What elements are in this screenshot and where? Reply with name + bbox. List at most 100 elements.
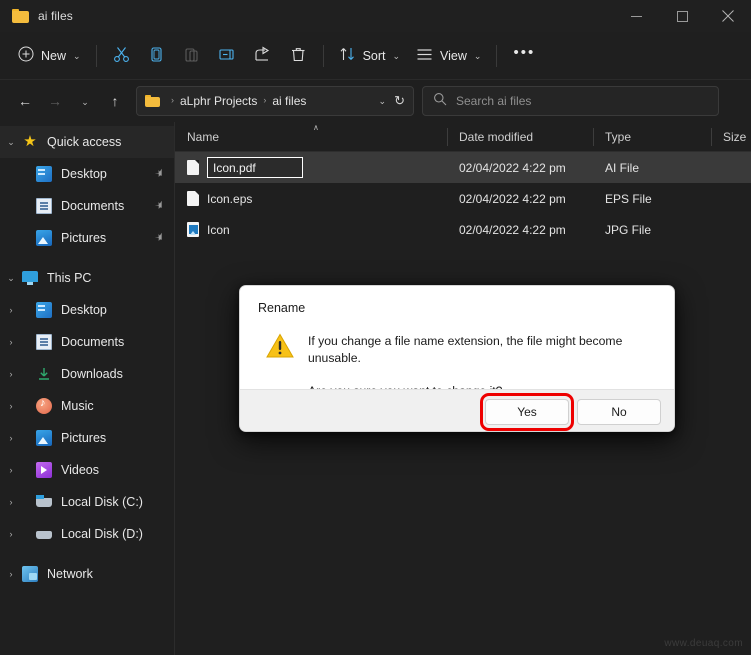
sidebar-item-desktop-pc[interactable]: › Desktop xyxy=(0,294,174,326)
sort-button-label: Sort xyxy=(362,48,386,63)
pictures-icon xyxy=(36,230,52,246)
close-button[interactable] xyxy=(705,0,751,32)
sidebar-item-local-disk-c[interactable]: › Local Disk (C:) xyxy=(0,486,174,518)
image-file-icon xyxy=(187,222,199,237)
view-button[interactable]: View ⌄ xyxy=(408,40,489,72)
expander-icon-desktop-pc[interactable]: › xyxy=(0,305,22,315)
column-header-name[interactable]: Name ∧ xyxy=(175,122,447,152)
column-header-size-label: Size xyxy=(723,129,747,144)
sidebar-label-local-disk-d: Local Disk (D:) xyxy=(61,527,143,541)
expander-icon-network[interactable]: › xyxy=(0,569,22,579)
folder-icon xyxy=(12,9,29,23)
column-header-type-label: Type xyxy=(605,129,632,144)
sidebar-label-videos: Videos xyxy=(61,463,99,477)
copy-button[interactable] xyxy=(139,40,174,72)
chevron-down-icon-view: ⌄ xyxy=(473,51,482,61)
paste-button[interactable] xyxy=(174,40,209,72)
table-row[interactable]: Icon.eps 02/04/2022 4:22 pm EPS File xyxy=(175,183,751,214)
file-name-cell-1[interactable]: Icon.eps xyxy=(175,191,447,206)
view-list-icon xyxy=(416,47,433,65)
breadcrumb-separator-1: › xyxy=(263,95,267,105)
recent-locations-button[interactable]: ⌄ xyxy=(70,86,100,116)
expander-icon-music[interactable]: › xyxy=(0,401,22,411)
refresh-icon[interactable]: ↻ xyxy=(394,93,407,109)
address-bar[interactable]: › aLphr Projects › ai files ⌄ ↻ xyxy=(136,86,414,116)
column-header-size[interactable]: Size xyxy=(711,122,751,152)
expander-icon-quick-access[interactable]: ⌄ xyxy=(0,137,22,148)
search-box[interactable]: Search ai files xyxy=(422,86,719,116)
pictures-icon xyxy=(36,430,52,446)
share-icon xyxy=(254,46,272,66)
cut-button[interactable] xyxy=(104,40,139,72)
command-bar: New ⌄ Sort ⌄ View ⌄ ••• xyxy=(0,32,751,80)
expander-icon-videos[interactable]: › xyxy=(0,465,22,475)
rename-button[interactable] xyxy=(209,40,245,72)
window-controls xyxy=(613,0,751,32)
file-type-cell-0: AI File xyxy=(605,160,640,175)
maximize-button[interactable] xyxy=(659,0,705,32)
column-header-type[interactable]: Type xyxy=(593,122,711,152)
sort-icon xyxy=(339,46,356,65)
toolbar-divider-2 xyxy=(322,44,324,67)
toolbar-divider-3 xyxy=(496,44,498,67)
sidebar-item-documents-quick[interactable]: Documents xyxy=(0,190,174,222)
file-name-cell-0[interactable] xyxy=(175,157,447,178)
table-row[interactable]: Icon 02/04/2022 4:22 pm JPG File xyxy=(175,214,751,245)
sidebar-item-music[interactable]: › Music xyxy=(0,390,174,422)
sidebar-label-desktop-quick: Desktop xyxy=(61,167,107,181)
see-more-button[interactable]: ••• xyxy=(504,40,544,72)
sidebar-label-downloads: Downloads xyxy=(61,367,123,381)
title-bar: ai files xyxy=(0,0,751,32)
pin-icon-documents[interactable] xyxy=(150,197,168,215)
file-name-cell-2[interactable]: Icon xyxy=(175,222,447,237)
breadcrumb-item-0[interactable]: aLphr Projects xyxy=(180,94,257,108)
paste-icon xyxy=(183,46,200,66)
pin-icon-pictures[interactable] xyxy=(150,229,168,247)
file-date-cell-1: 02/04/2022 4:22 pm xyxy=(459,191,566,206)
file-type-cell-1: EPS File xyxy=(605,191,652,206)
table-row[interactable]: 02/04/2022 4:22 pm AI File xyxy=(175,152,751,183)
delete-button[interactable] xyxy=(281,40,316,72)
sidebar-item-videos[interactable]: › Videos xyxy=(0,454,174,486)
plus-circle-icon xyxy=(18,46,34,65)
expander-icon-downloads[interactable]: › xyxy=(0,369,22,379)
column-header-date-modified[interactable]: Date modified xyxy=(447,122,593,152)
sidebar-item-quick-access[interactable]: ⌄ ★ Quick access xyxy=(0,126,174,158)
sidebar-item-network[interactable]: › Network xyxy=(0,558,174,590)
sort-button[interactable]: Sort ⌄ xyxy=(331,40,408,72)
sidebar-label-music: Music xyxy=(61,399,94,413)
navigation-pane: ⌄ ★ Quick access Desktop Documents Pictu… xyxy=(0,122,175,655)
sidebar-label-pictures-quick: Pictures xyxy=(61,231,107,245)
chevron-down-icon: ⌄ xyxy=(73,51,81,61)
rename-input[interactable] xyxy=(207,157,303,178)
address-dropdown-icon[interactable]: ⌄ xyxy=(371,96,395,107)
expander-icon-this-pc[interactable]: ⌄ xyxy=(0,273,22,284)
back-button[interactable]: ← xyxy=(10,86,40,116)
music-icon xyxy=(36,397,52,414)
sidebar-item-pictures-pc[interactable]: › Pictures xyxy=(0,422,174,454)
file-icon xyxy=(187,191,199,206)
expander-icon-documents-pc[interactable]: › xyxy=(0,337,22,347)
expander-icon-disk-d[interactable]: › xyxy=(0,529,22,539)
sidebar-item-pictures-quick[interactable]: Pictures xyxy=(0,222,174,254)
pin-icon-desktop[interactable] xyxy=(150,165,168,183)
sidebar-label-pictures-pc: Pictures xyxy=(61,431,107,445)
share-button[interactable] xyxy=(245,40,281,72)
sidebar-item-this-pc[interactable]: ⌄ This PC xyxy=(0,262,174,294)
expander-icon-pictures-pc[interactable]: › xyxy=(0,433,22,443)
new-button[interactable]: New ⌄ xyxy=(10,40,89,72)
toolbar-divider xyxy=(95,44,97,67)
scissors-icon xyxy=(113,46,130,66)
sidebar-item-documents-pc[interactable]: › Documents xyxy=(0,326,174,358)
up-button[interactable]: ↑ xyxy=(100,86,130,116)
sidebar-item-desktop-quick[interactable]: Desktop xyxy=(0,158,174,190)
breadcrumb-item-1[interactable]: ai files xyxy=(272,94,306,108)
yes-button[interactable]: Yes xyxy=(485,398,569,425)
forward-button[interactable]: → xyxy=(40,86,70,116)
expander-icon-disk-c[interactable]: › xyxy=(0,497,22,507)
no-button[interactable]: No xyxy=(577,398,661,425)
sidebar-item-downloads[interactable]: › Downloads xyxy=(0,358,174,390)
sidebar-item-local-disk-d[interactable]: › Local Disk (D:) xyxy=(0,518,174,550)
minimize-button[interactable] xyxy=(613,0,659,32)
sidebar-label-quick-access: Quick access xyxy=(47,135,122,149)
